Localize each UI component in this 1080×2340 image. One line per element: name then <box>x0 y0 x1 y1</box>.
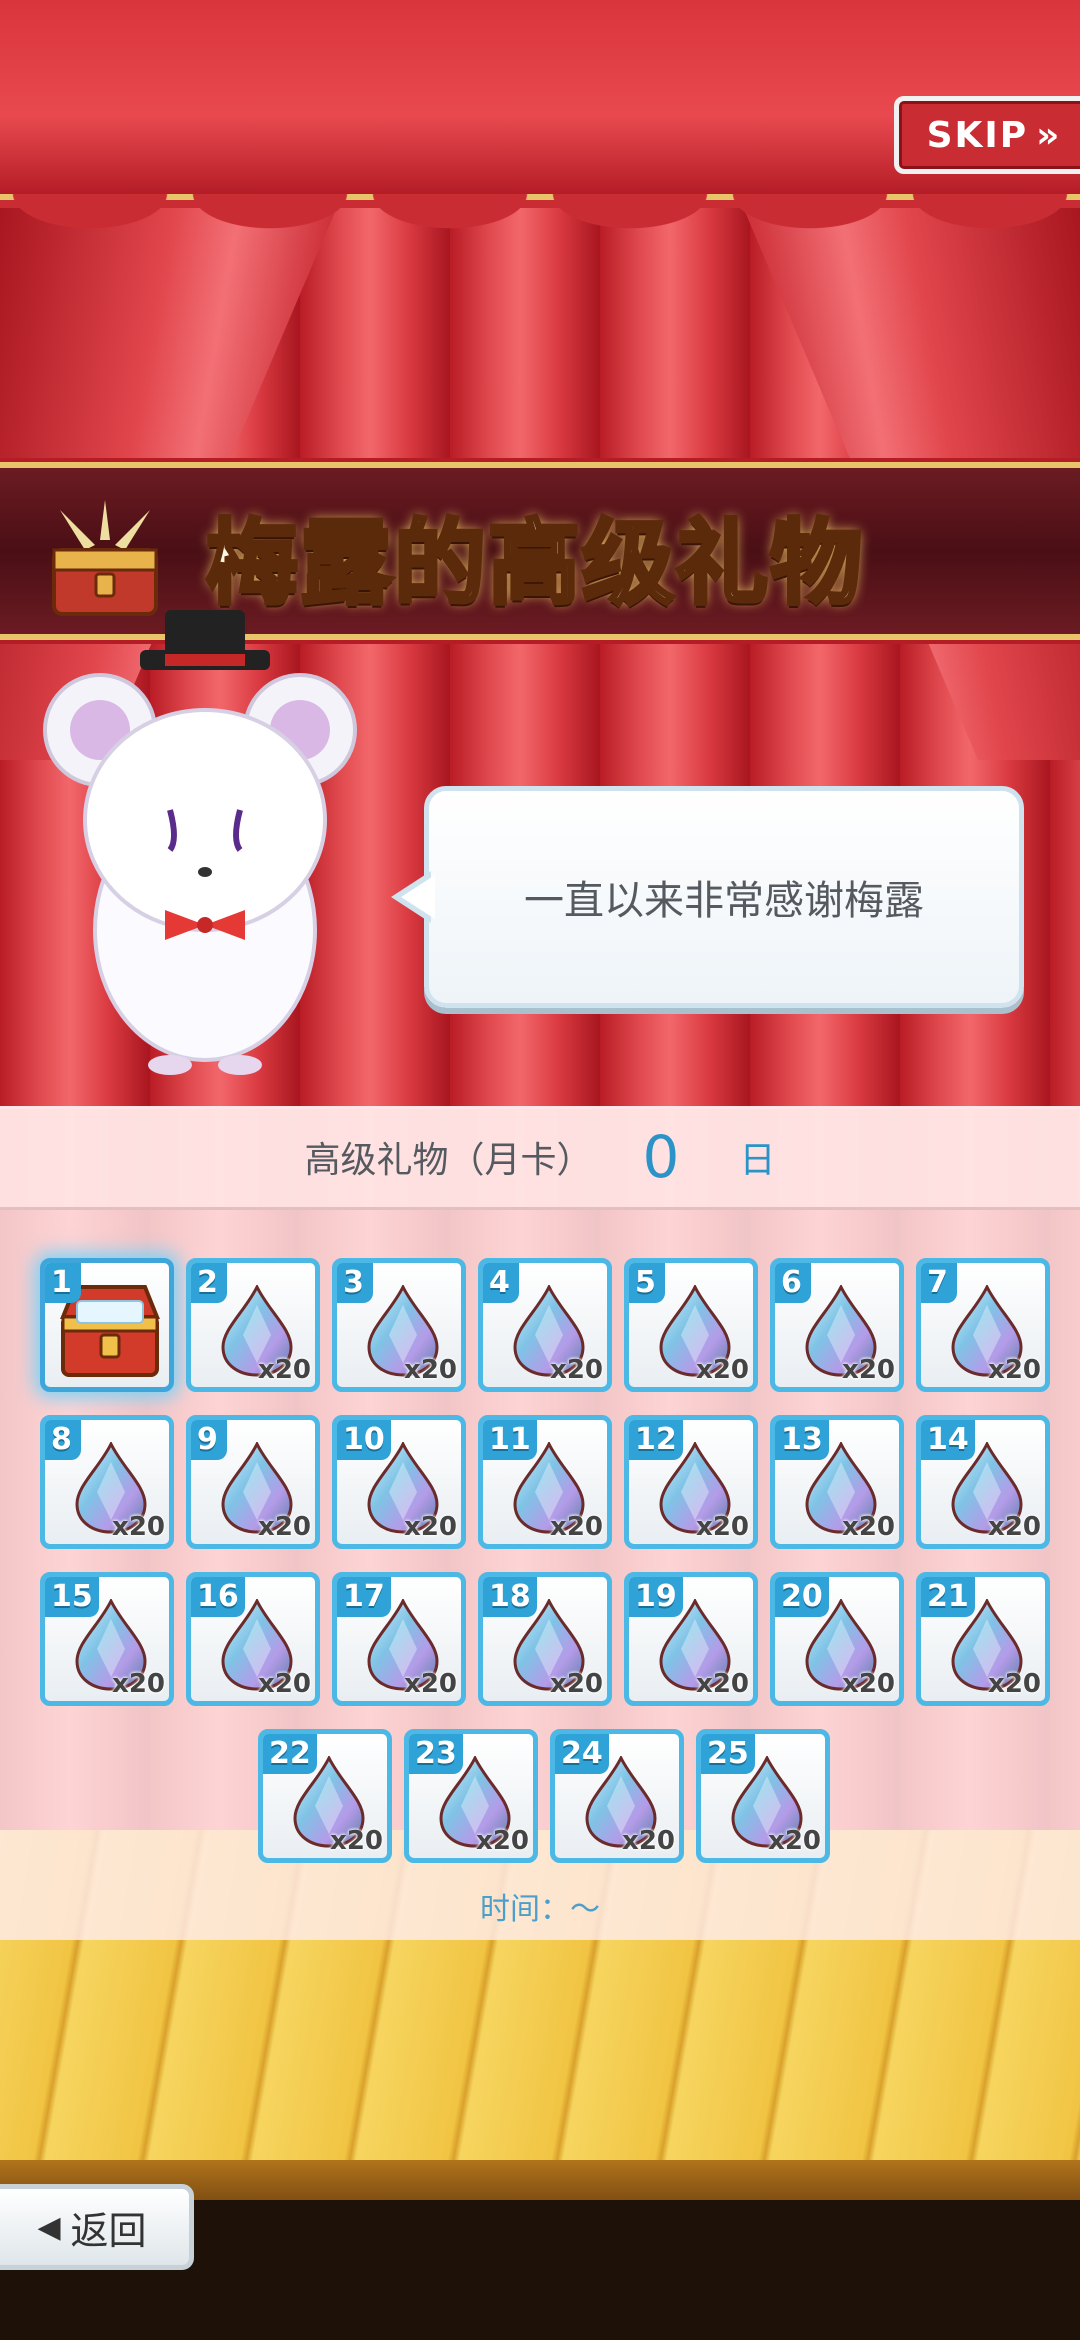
reward-day-21[interactable]: 21 x20 <box>916 1572 1050 1706</box>
reward-quantity: x20 <box>112 1669 165 1699</box>
reward-day-14[interactable]: 14 x20 <box>916 1415 1050 1549</box>
reward-quantity: x20 <box>842 1512 895 1542</box>
reward-day-1[interactable]: 1 <box>40 1258 174 1392</box>
panel-header: 高级礼物（月卡） 0 日 <box>0 1106 1080 1210</box>
reward-day-number: 16 <box>191 1577 245 1617</box>
reward-day-number: 6 <box>775 1263 811 1303</box>
speech-bubble: 一直以来非常感谢梅露 <box>391 786 1024 1008</box>
reward-quantity: x20 <box>476 1826 529 1856</box>
reward-quantity: x20 <box>330 1826 383 1856</box>
speech-text: 一直以来非常感谢梅露 <box>524 878 924 924</box>
reward-day-15[interactable]: 15 x20 <box>40 1572 174 1706</box>
reward-day-16[interactable]: 16 x20 <box>186 1572 320 1706</box>
reward-day-number: 10 <box>337 1420 391 1460</box>
reward-day-12[interactable]: 12 x20 <box>624 1415 758 1549</box>
days-unit: 日 <box>739 1139 776 1181</box>
reward-quantity: x20 <box>842 1669 895 1699</box>
reward-day-number: 14 <box>921 1420 975 1460</box>
reward-day-number: 1 <box>45 1263 81 1303</box>
reward-day-20[interactable]: 20 x20 <box>770 1572 904 1706</box>
reward-day-24[interactable]: 24 x20 <box>550 1729 684 1863</box>
reward-quantity: x20 <box>988 1512 1041 1542</box>
reward-day-22[interactable]: 22 x20 <box>258 1729 392 1863</box>
reward-day-number: 4 <box>483 1263 519 1303</box>
reward-day-number: 23 <box>409 1734 463 1774</box>
reward-quantity: x20 <box>550 1512 603 1542</box>
reward-day-4[interactable]: 4 x20 <box>478 1258 612 1392</box>
page-title: 梅露的高级礼物 <box>204 508 865 619</box>
skip-button[interactable]: SKIP » <box>894 96 1080 174</box>
reward-day-8[interactable]: 8 x20 <box>40 1415 174 1549</box>
left-triangle-icon: ◀ <box>37 2209 61 2245</box>
reward-day-number: 15 <box>45 1577 99 1617</box>
reward-day-number: 24 <box>555 1734 609 1774</box>
reward-quantity: x20 <box>768 1826 821 1856</box>
reward-quantity: x20 <box>404 1669 457 1699</box>
double-chevron-icon: » <box>1036 114 1062 156</box>
time-label: 时间：～ <box>480 1892 600 1927</box>
reward-quantity: x20 <box>258 1512 311 1542</box>
mascot-mouse-character <box>43 610 357 1075</box>
reward-quantity: x20 <box>696 1512 749 1542</box>
reward-day-19[interactable]: 19 x20 <box>624 1572 758 1706</box>
reward-day-number: 3 <box>337 1263 373 1303</box>
reward-day-number: 19 <box>629 1577 683 1617</box>
reward-day-number: 12 <box>629 1420 683 1460</box>
reward-quantity: x20 <box>258 1669 311 1699</box>
reward-quantity: x20 <box>404 1512 457 1542</box>
reward-day-number: 13 <box>775 1420 829 1460</box>
reward-day-2[interactable]: 2 x20 <box>186 1258 320 1392</box>
reward-quantity: x20 <box>112 1512 165 1542</box>
reward-day-13[interactable]: 13 x20 <box>770 1415 904 1549</box>
reward-day-25[interactable]: 25 x20 <box>696 1729 830 1863</box>
back-button[interactable]: ◀ 返回 <box>0 2184 194 2270</box>
reward-quantity: x20 <box>258 1355 311 1385</box>
reward-day-23[interactable]: 23 x20 <box>404 1729 538 1863</box>
monthly-card-label: 高级礼物（月卡） <box>304 1139 593 1181</box>
reward-day-10[interactable]: 10 x20 <box>332 1415 466 1549</box>
reward-quantity: x20 <box>550 1669 603 1699</box>
reward-day-number: 7 <box>921 1263 957 1303</box>
reward-day-number: 22 <box>263 1734 317 1774</box>
reward-quantity: x20 <box>842 1355 895 1385</box>
skip-label: SKIP <box>926 114 1029 156</box>
treasure-chest-icon <box>52 500 158 616</box>
reward-quantity: x20 <box>622 1826 675 1856</box>
reward-day-17[interactable]: 17 x20 <box>332 1572 466 1706</box>
reward-day-number: 8 <box>45 1420 81 1460</box>
reward-day-number: 20 <box>775 1577 829 1617</box>
reward-quantity: x20 <box>696 1669 749 1699</box>
back-label: 返回 <box>70 2208 147 2253</box>
reward-day-11[interactable]: 11 x20 <box>478 1415 612 1549</box>
reward-quantity: x20 <box>550 1355 603 1385</box>
reward-day-5[interactable]: 5 x20 <box>624 1258 758 1392</box>
reward-day-number: 17 <box>337 1577 391 1617</box>
reward-day-9[interactable]: 9 x20 <box>186 1415 320 1549</box>
reward-day-6[interactable]: 6 x20 <box>770 1258 904 1392</box>
reward-day-18[interactable]: 18 x20 <box>478 1572 612 1706</box>
reward-quantity: x20 <box>404 1355 457 1385</box>
reward-day-number: 25 <box>701 1734 755 1774</box>
reward-day-number: 2 <box>191 1263 227 1303</box>
reward-day-number: 5 <box>629 1263 665 1303</box>
reward-quantity: x20 <box>988 1355 1041 1385</box>
reward-quantity: x20 <box>988 1669 1041 1699</box>
reward-day-number: 9 <box>191 1420 227 1460</box>
reward-day-number: 18 <box>483 1577 537 1617</box>
reward-day-number: 11 <box>483 1420 537 1460</box>
reward-day-3[interactable]: 3 x20 <box>332 1258 466 1392</box>
reward-quantity: x20 <box>696 1355 749 1385</box>
reward-day-7[interactable]: 7 x20 <box>916 1258 1050 1392</box>
reward-day-number: 21 <box>921 1577 975 1617</box>
days-count: 0 <box>642 1122 680 1191</box>
